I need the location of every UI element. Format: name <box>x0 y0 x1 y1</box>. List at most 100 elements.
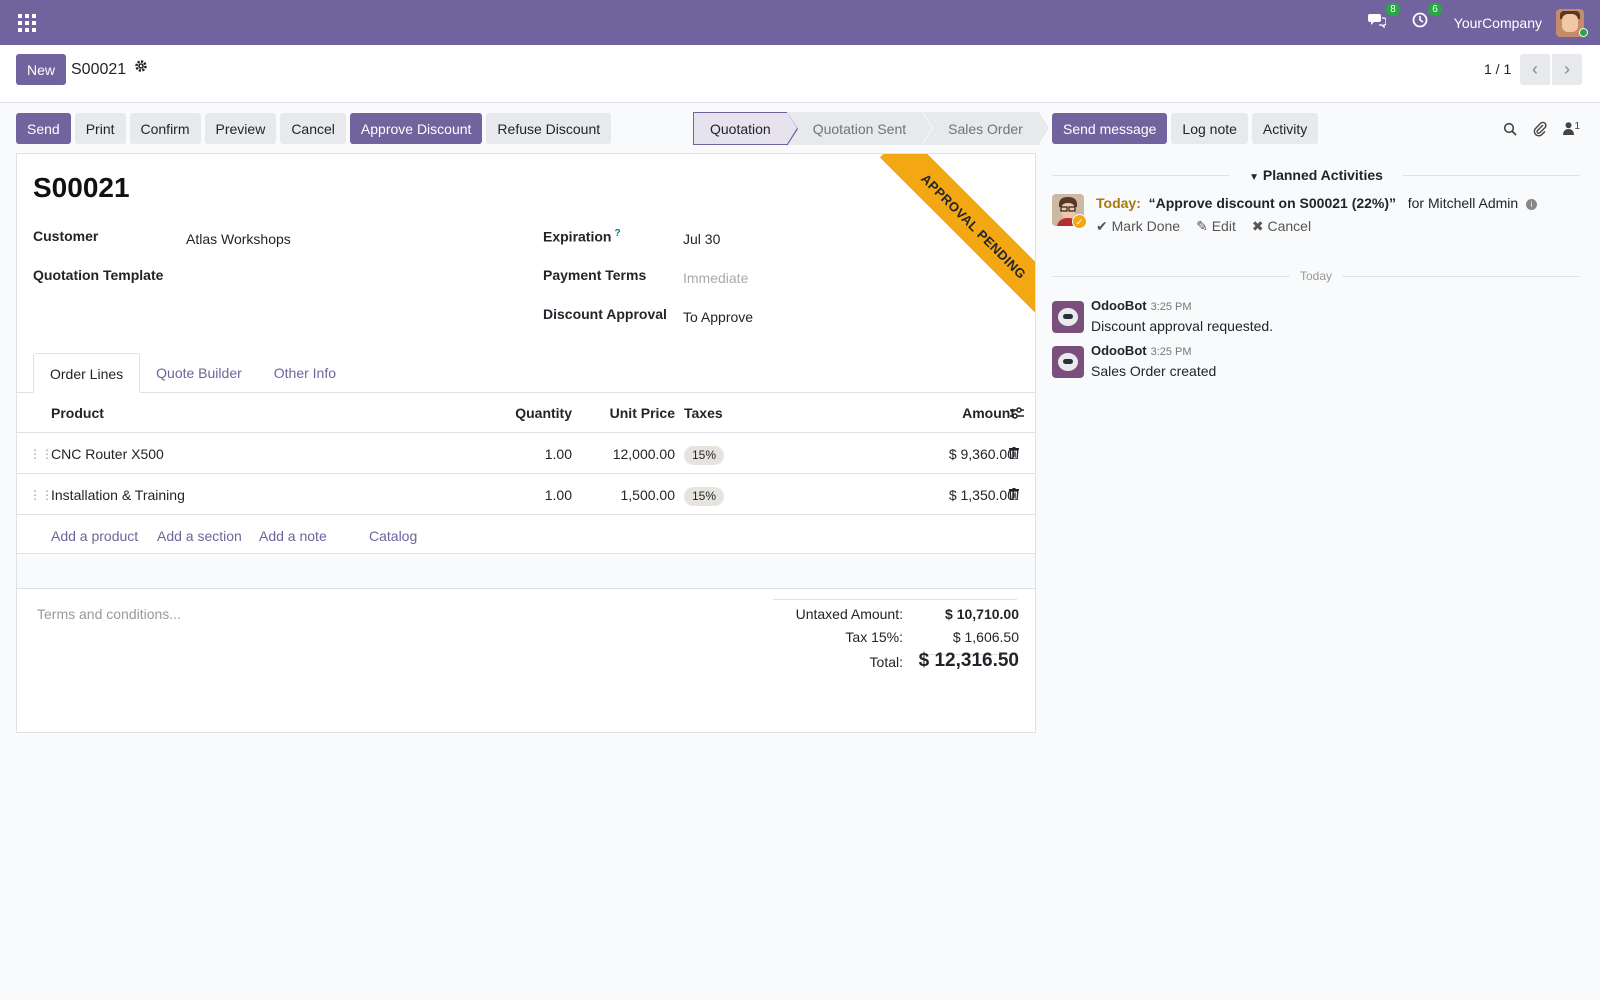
line-quantity[interactable]: 1.00 <box>437 475 572 515</box>
caret-down-icon: ▼ <box>1249 172 1259 183</box>
quotation-template-field[interactable] <box>186 267 486 287</box>
planned-activities-header[interactable]: ▼ Planned Activities <box>1052 160 1580 190</box>
add-line-row: Add a product Add a section Add a note C… <box>17 516 1035 556</box>
order-lines-header: Product Quantity Unit Price Taxes Amount <box>17 393 1035 433</box>
search-icon[interactable] <box>1503 122 1518 136</box>
message: OdooBot 3:25 PM Sales Order created <box>1052 343 1580 383</box>
activity-item: ✓ Today: “Approve discount on S00021 (22… <box>1052 192 1580 242</box>
new-button[interactable]: New <box>16 54 67 85</box>
notebook-tabs: Order Lines Quote Builder Other Info <box>33 353 352 393</box>
terms-and-conditions-field[interactable]: Terms and conditions... <box>37 606 181 622</box>
line-product[interactable]: Installation & Training <box>51 475 185 515</box>
expiration-field[interactable]: Jul 30 <box>683 231 720 247</box>
gear-icon[interactable] <box>134 59 148 78</box>
tax-badge: 15% <box>684 446 725 465</box>
table-footer-band <box>17 553 1035 589</box>
catalog-link[interactable]: Catalog <box>369 516 417 556</box>
messages-badge: 8 <box>1386 3 1400 16</box>
refuse-discount-button[interactable]: Refuse Discount <box>486 113 612 144</box>
discount-approval-field[interactable]: To Approve <box>683 309 753 325</box>
date-separator: Today <box>1052 266 1580 286</box>
cancel-activity-button[interactable]: ✖ Cancel <box>1252 218 1311 235</box>
column-taxes[interactable]: Taxes <box>684 393 723 433</box>
message-author[interactable]: OdooBot 3:25 PM <box>1091 298 1192 313</box>
line-unit-price[interactable]: 1,500.00 <box>557 475 676 515</box>
drag-handle-icon[interactable]: ⋮⋮ <box>29 488 53 502</box>
activity-actions: ✔ Mark Done ✎ Edit ✖ Cancel <box>1096 218 1311 235</box>
add-section-link[interactable]: Add a section <box>157 516 242 556</box>
stage-sales-order[interactable]: Sales Order <box>922 112 1049 145</box>
help-icon[interactable]: ? <box>614 228 620 239</box>
send-button[interactable]: Send <box>16 113 71 144</box>
tax-badge: 15% <box>684 487 725 506</box>
line-unit-price[interactable]: 12,000.00 <box>557 434 675 474</box>
line-taxes[interactable]: 15% <box>684 434 725 474</box>
send-message-button[interactable]: Send message <box>1052 113 1168 144</box>
cancel-button[interactable]: Cancel <box>280 113 346 144</box>
chevron-right-icon: › <box>1564 59 1570 79</box>
page-title: S00021 <box>33 172 130 203</box>
chevron-left-icon: ‹ <box>1532 59 1538 79</box>
followers-button[interactable]: 1 <box>1563 121 1580 138</box>
column-quantity[interactable]: Quantity <box>437 393 572 433</box>
discount-approval-label: Discount Approval <box>543 306 667 322</box>
untaxed-label: Untaxed Amount: <box>795 606 903 622</box>
schedule-activity-button[interactable]: Activity <box>1251 113 1319 144</box>
mark-done-button[interactable]: ✔ Mark Done <box>1096 218 1180 235</box>
message-body: Discount approval requested. <box>1091 318 1274 334</box>
message: OdooBot 3:25 PM Discount approval request… <box>1052 298 1580 338</box>
stage-quotation-sent[interactable]: Quotation Sent <box>786 111 934 145</box>
form-sheet: APPROVAL PENDING S00021 Customer Atlas W… <box>16 153 1036 733</box>
table-row[interactable]: ⋮⋮ CNC Router X500 1.00 12,000.00 15% $ … <box>17 434 1035 474</box>
line-taxes[interactable]: 15% <box>684 475 725 515</box>
chat-bubbles-icon <box>1367 14 1387 29</box>
check-icon: ✓ <box>1072 214 1087 229</box>
drag-handle-icon[interactable]: ⋮⋮ <box>29 447 53 461</box>
confirm-button[interactable]: Confirm <box>129 113 201 144</box>
payment-terms-field[interactable]: Immediate <box>683 270 748 286</box>
tax-label: Tax 15%: <box>845 629 903 645</box>
tab-order-lines[interactable]: Order Lines <box>33 353 141 393</box>
customer-field[interactable]: Atlas Workshops <box>186 231 291 247</box>
column-product[interactable]: Product <box>51 393 104 433</box>
totals-divider <box>773 599 1017 600</box>
tab-quote-builder[interactable]: Quote Builder <box>140 353 258 393</box>
message-body: Sales Order created <box>1091 363 1217 379</box>
pager-value[interactable]: 1 / 1 <box>1484 61 1511 77</box>
approve-discount-button[interactable]: Approve Discount <box>349 113 483 144</box>
clock-icon <box>1412 12 1428 28</box>
activity-summary-line: Today: “Approve discount on S00021 (22%)… <box>1096 195 1538 211</box>
trash-icon[interactable] <box>1009 488 1019 500</box>
trash-icon[interactable] <box>1009 447 1019 459</box>
pager-previous-button[interactable]: ‹ <box>1520 54 1550 85</box>
info-icon[interactable]: i <box>1526 198 1538 210</box>
add-note-link[interactable]: Add a note <box>259 516 327 556</box>
log-note-button[interactable]: Log note <box>1171 113 1248 144</box>
line-quantity[interactable]: 1.00 <box>437 434 572 474</box>
approval-ribbon: APPROVAL PENDING <box>879 154 1035 321</box>
line-product[interactable]: CNC Router X500 <box>51 434 164 474</box>
paperclip-icon[interactable] <box>1533 121 1548 137</box>
pager-next-button[interactable]: › <box>1552 54 1582 85</box>
column-settings-icon[interactable] <box>1010 406 1024 423</box>
chatter-topbar: Send message Log note Activity <box>1052 113 1319 144</box>
company-switcher[interactable]: YourCompany <box>1454 15 1542 31</box>
message-author[interactable]: OdooBot 3:25 PM <box>1091 343 1192 358</box>
add-product-link[interactable]: Add a product <box>51 516 138 556</box>
line-amount: $ 1,350.00 <box>948 487 1015 503</box>
messaging-menu[interactable]: 8 <box>1367 3 1400 33</box>
column-unit-price[interactable]: Unit Price <box>557 393 675 433</box>
column-amount[interactable]: Amount <box>857 393 1015 433</box>
chatter: Send message Log note Activity 1 ▼ Plann… <box>1052 103 1600 1000</box>
tab-other-info[interactable]: Other Info <box>258 353 352 393</box>
table-row[interactable]: ⋮⋮ Installation & Training 1.00 1,500.00… <box>17 475 1035 515</box>
preview-button[interactable]: Preview <box>204 113 277 144</box>
apps-menu-icon[interactable] <box>18 14 36 32</box>
status-bar: Quotation Quotation Sent Sales Order <box>693 111 1049 146</box>
print-button[interactable]: Print <box>74 113 126 144</box>
avatar <box>1052 301 1084 333</box>
message-time: 3:25 PM <box>1150 301 1192 313</box>
stage-quotation[interactable]: Quotation <box>693 112 798 146</box>
activity-menu[interactable]: 6 <box>1412 3 1442 33</box>
edit-activity-button[interactable]: ✎ Edit <box>1196 218 1236 235</box>
